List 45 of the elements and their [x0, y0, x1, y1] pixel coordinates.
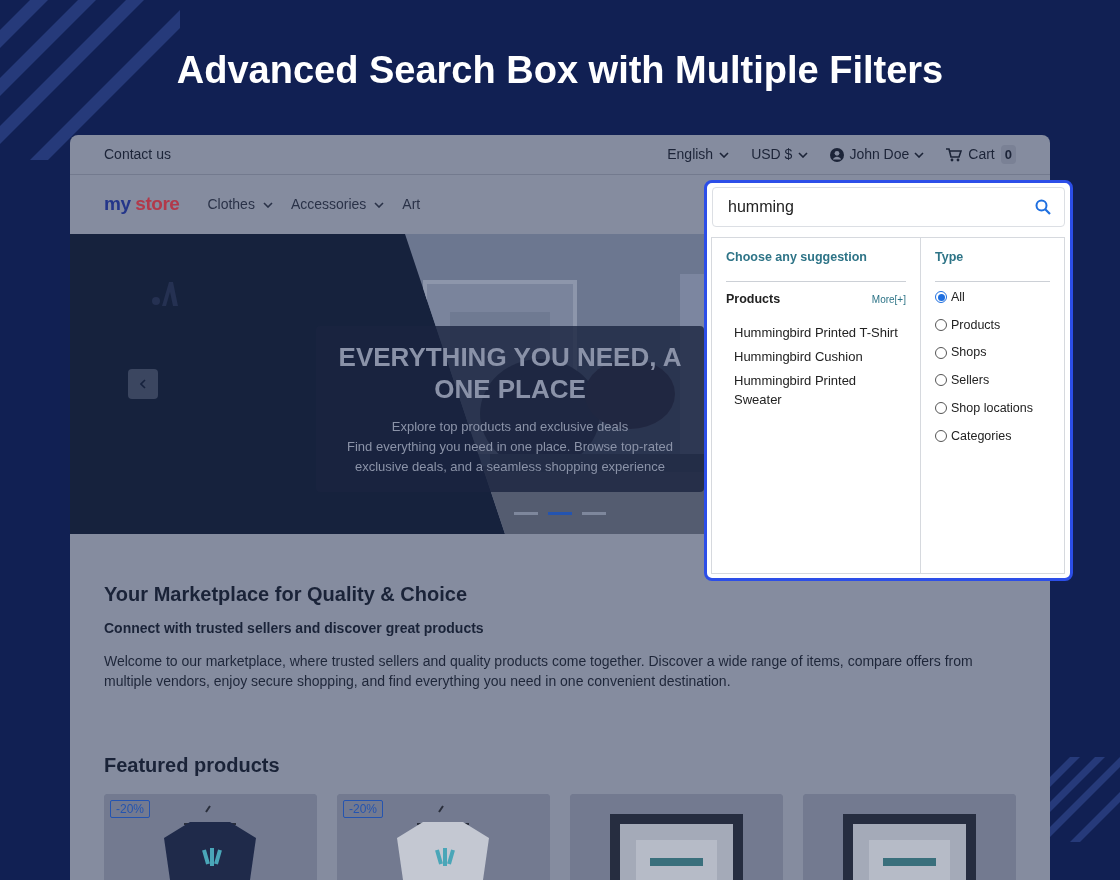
nav-menu-item[interactable]: Art — [402, 194, 421, 215]
banner-title: Advanced Search Box with Multiple Filters — [175, 48, 945, 92]
chevron-down-icon — [719, 151, 730, 158]
search-field[interactable]: humming — [712, 187, 1065, 227]
panel-heading: Choose any suggestion — [726, 248, 906, 282]
hero-heading: EVERYTHING YOU NEED, A — [338, 341, 682, 373]
cart-count: 0 — [1000, 144, 1016, 165]
group-heading: Products — [726, 290, 781, 308]
currency-dropdown[interactable]: USD $ — [751, 144, 809, 165]
radio-label: Categories — [951, 427, 1012, 445]
chevron-down-icon — [914, 151, 925, 158]
user-icon — [830, 147, 845, 162]
intro-paragraph: Welcome to our marketplace, where trusted sellers and quality products come together. Discover a wide range of items, compare offers from multiple vendors, enjoy secure shopping, and find everything you need in one convenient destination. — [104, 652, 974, 691]
nav-menu-item[interactable]: Accessories — [290, 194, 385, 215]
chevron-left-icon — [140, 379, 146, 389]
chevron-down-icon — [262, 201, 273, 208]
radio-label: Shops — [951, 344, 987, 362]
search-icon[interactable] — [1035, 199, 1051, 215]
suggestion-item[interactable]: Hummingbird Cushion — [734, 346, 900, 366]
language-dropdown[interactable]: English — [667, 144, 730, 165]
cart-icon — [946, 147, 963, 162]
radio-label: Sellers — [951, 372, 990, 389]
radio-label: Shop locations — [951, 399, 1033, 417]
section-heading: Your Marketplace for Quality & Choice — [104, 582, 469, 606]
discount-badge: -20% — [110, 800, 150, 818]
hero-text: Find everything you need in one place. Browse top-rated — [347, 438, 673, 456]
chevron-down-icon — [798, 151, 809, 158]
section-heading: Featured products — [104, 753, 281, 777]
more-link[interactable]: More[+] — [871, 291, 906, 307]
store-logo[interactable]: my store — [104, 190, 180, 219]
contact-link[interactable]: Contact us — [104, 144, 171, 165]
cart-button[interactable]: Cart 0 — [946, 144, 1016, 165]
radio-label: All — [951, 288, 965, 306]
radio-label: Products — [951, 316, 1001, 334]
suggestion-item[interactable]: Hummingbird Printed Sweater — [734, 370, 900, 409]
account-dropdown[interactable]: John Doe — [830, 144, 925, 165]
suggestion-item[interactable]: Hummingbird Printed T-Shirt — [734, 322, 900, 342]
section-subheading: Connect with trusted sellers and discover great products — [104, 619, 485, 638]
discount-badge: -20% — [343, 800, 383, 818]
chevron-down-icon — [374, 201, 385, 208]
hero-heading: ONE PLACE — [434, 373, 586, 405]
hero-text: exclusive deals, and a seamless shopping experience — [354, 458, 665, 476]
nav-menu-item[interactable]: Clothes — [207, 194, 273, 215]
panel-heading: Type — [935, 248, 1050, 282]
hero-text: Explore top products and exclusive deals — [391, 418, 629, 436]
